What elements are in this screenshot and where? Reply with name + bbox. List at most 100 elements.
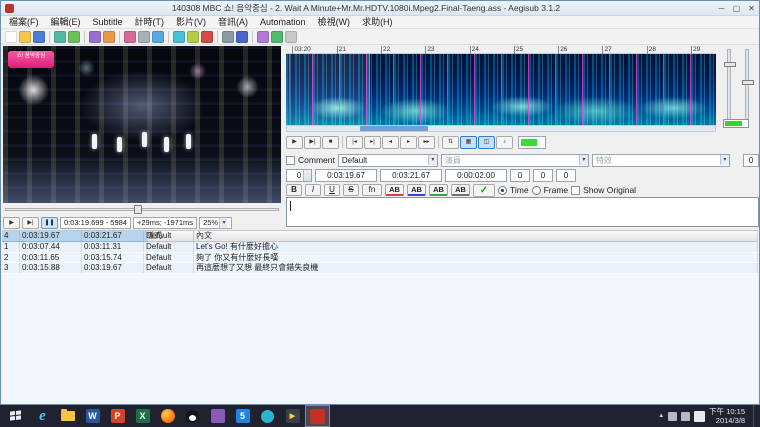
layer-spinner[interactable]: 0 — [286, 169, 312, 182]
selection-end-marker[interactable] — [369, 54, 370, 125]
margin-right-field[interactable]: 0 — [533, 169, 553, 182]
zoom-slider-thumb[interactable] — [724, 62, 736, 67]
menu-file[interactable]: 檔案(F) — [3, 16, 45, 29]
shift-times-icon[interactable] — [173, 31, 185, 43]
show-desktop-button[interactable] — [753, 405, 758, 427]
show-original-checkbox[interactable] — [571, 186, 580, 195]
time-radio[interactable] — [498, 186, 507, 195]
selection-start-marker[interactable] — [289, 54, 290, 125]
margin-vertical-field[interactable]: 0 — [556, 169, 576, 182]
resample-resolution-icon[interactable] — [236, 31, 248, 43]
input-method-indicator[interactable] — [694, 411, 705, 422]
audio-stop-button[interactable]: ■ — [322, 136, 339, 149]
taskbar-app-5[interactable]: 5 — [230, 405, 255, 427]
duration-field[interactable]: 0:00:02.00 — [445, 169, 507, 182]
video-pause-button[interactable]: ❚❚ — [41, 217, 58, 229]
taskbar-qq[interactable] — [180, 405, 205, 427]
karaoke-mode-toggle[interactable]: ♪ — [496, 136, 513, 149]
audio-scrollbar-thumb[interactable] — [360, 126, 428, 131]
comment-checkbox[interactable] — [286, 156, 295, 165]
font-face-button[interactable]: fn — [362, 184, 382, 196]
translation-assistant-icon[interactable] — [257, 31, 269, 43]
commit-button[interactable]: ✓ — [473, 184, 495, 197]
taskbar-excel[interactable]: X — [130, 405, 155, 427]
start-time-field[interactable]: 0:03:19.67 — [315, 169, 377, 182]
subtitle-row-1[interactable]: 1 0:03:07.44 0:03:11.31 Default Let's Go… — [2, 242, 758, 253]
style-dropdown[interactable]: Default ▾ — [338, 154, 438, 167]
timing-postprocessor-icon[interactable] — [201, 31, 213, 43]
shadow-color-button[interactable]: AB — [451, 184, 470, 196]
taskbar-teal-app[interactable] — [255, 405, 280, 427]
tray-icon-2[interactable] — [681, 412, 690, 421]
outline-color-button[interactable]: AB — [429, 184, 448, 196]
play-last-500ms-button[interactable]: ▸ — [400, 136, 417, 149]
kanji-timer-icon[interactable] — [222, 31, 234, 43]
autocommit-toggle[interactable]: ▦ — [460, 136, 477, 149]
menu-view[interactable]: 檢視(W) — [312, 16, 357, 29]
seek-thumb[interactable] — [134, 205, 142, 214]
underline-button[interactable]: U — [324, 184, 340, 196]
video-play-line-button[interactable]: ▶| — [22, 217, 39, 229]
primary-color-button[interactable]: AB — [385, 184, 404, 196]
menu-help[interactable]: 求助(H) — [356, 16, 399, 29]
audio-level-spinner[interactable] — [518, 136, 546, 149]
autoscroll-toggle[interactable]: ◫ — [478, 136, 495, 149]
menu-edit[interactable]: 編輯(E) — [45, 16, 87, 29]
italic-button[interactable]: I — [305, 184, 321, 196]
menu-automation[interactable]: Automation — [254, 16, 312, 29]
options-icon[interactable] — [285, 31, 297, 43]
taskbar-firefox[interactable] — [155, 405, 180, 427]
save-subtitles-icon[interactable] — [33, 31, 45, 43]
attachments-icon[interactable] — [152, 31, 164, 43]
volume-slider-thumb[interactable] — [742, 80, 754, 85]
menu-timing[interactable]: 計時(T) — [129, 16, 171, 29]
subtitle-row-4-selected[interactable]: 4 0:03:19.67 0:03:21.67 Default — [2, 231, 148, 242]
select-lines-icon[interactable] — [187, 31, 199, 43]
styles-manager-icon[interactable] — [138, 31, 150, 43]
audio-selection[interactable] — [286, 54, 369, 125]
menu-subtitle[interactable]: Subtitle — [87, 16, 129, 29]
taskbar-powerpoint[interactable]: P — [105, 405, 130, 427]
audio-volume-slider[interactable] — [745, 49, 749, 127]
spell-checker-icon[interactable] — [103, 31, 115, 43]
taskbar-clock[interactable]: 下午 10:15 2014/3/8 — [709, 407, 749, 425]
play-500ms-before-button[interactable]: |◂ — [346, 136, 363, 149]
bold-button[interactable]: B — [286, 184, 302, 196]
frame-radio[interactable] — [532, 186, 541, 195]
open-subtitles-icon[interactable] — [19, 31, 31, 43]
strikeout-button[interactable]: S — [343, 184, 359, 196]
play-500ms-after-button[interactable]: ▸| — [364, 136, 381, 149]
maximize-button[interactable]: ▢ — [729, 2, 744, 15]
taskbar-internet-explorer[interactable]: e — [30, 405, 55, 427]
minimize-button[interactable]: ─ — [714, 2, 729, 15]
video-zoom-dropdown[interactable]: 25% ▾ — [199, 217, 232, 229]
subtitle-text-editor[interactable] — [286, 197, 759, 227]
undo-icon[interactable] — [54, 31, 66, 43]
video-play-button[interactable]: ▶ — [3, 217, 20, 229]
subtitle-row-2[interactable]: 2 0:03:11.65 0:03:15.74 Default 夠了 你又有什麼… — [2, 253, 758, 264]
video-display[interactable]: 쇼! 음악중심 — [3, 46, 281, 203]
subtitle-row-3[interactable]: 3 0:03:15.88 0:03:19.67 Default 再這麼想了又想 … — [2, 263, 758, 274]
hidden-icons-arrow[interactable]: ▲ — [658, 413, 664, 419]
secondary-color-button[interactable]: AB — [407, 184, 426, 196]
menu-video[interactable]: 影片(V) — [170, 16, 212, 29]
play-to-end-button[interactable]: ▸▸ — [418, 136, 435, 149]
properties-icon[interactable] — [124, 31, 136, 43]
effect-dropdown[interactable]: 特效 ▾ — [592, 154, 730, 167]
taskbar-aegisub-active[interactable] — [305, 405, 330, 427]
audio-play-line-button[interactable]: ▶| — [304, 136, 321, 149]
audio-scrollbar[interactable] — [286, 125, 716, 132]
taskbar-media-player[interactable]: ▶ — [280, 405, 305, 427]
new-subtitles-icon[interactable] — [5, 31, 17, 43]
close-button[interactable]: ✕ — [744, 2, 759, 15]
audio-vertical-zoom-slider[interactable] — [727, 49, 731, 127]
vertical-link-toggle[interactable]: ⇅ — [442, 136, 459, 149]
redo-icon[interactable] — [68, 31, 80, 43]
taskbar-violet-app[interactable] — [205, 405, 230, 427]
start-button[interactable] — [0, 405, 30, 427]
margin-left-field[interactable]: 0 — [510, 169, 530, 182]
seek-track[interactable] — [5, 208, 279, 211]
end-time-field[interactable]: 0:03:21.67 — [380, 169, 442, 182]
audio-spectrogram[interactable] — [286, 54, 716, 125]
video-seek-slider[interactable] — [3, 205, 281, 214]
